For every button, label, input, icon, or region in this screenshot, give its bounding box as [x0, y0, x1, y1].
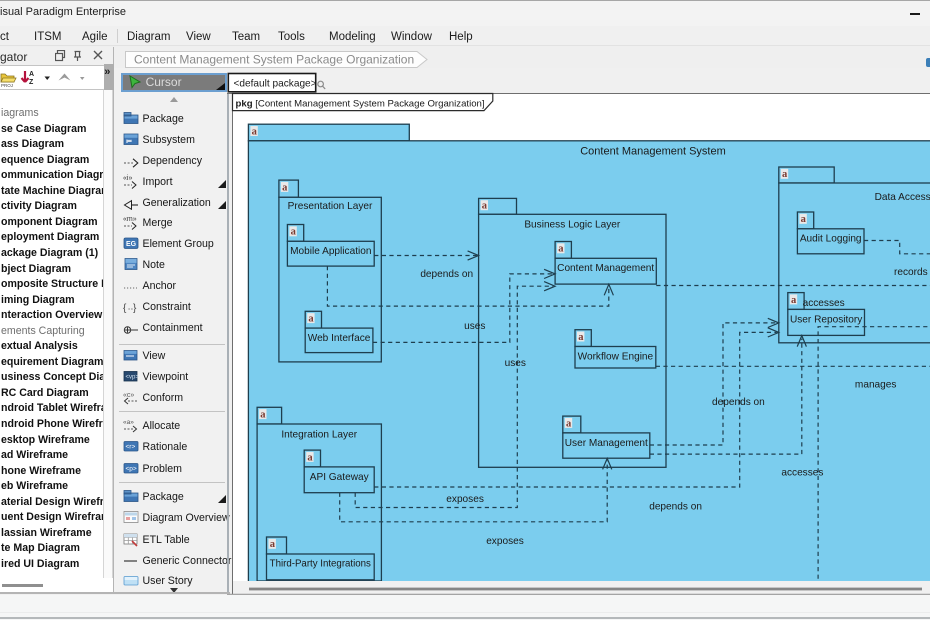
svg-text:depends on: depends on — [420, 269, 473, 280]
svg-text:a: a — [566, 418, 572, 429]
svg-text:User Management: User Management — [565, 438, 648, 449]
svg-text:pkg [Content Management System: pkg [Content Management System Package O… — [236, 98, 485, 109]
svg-text:{: { — [123, 303, 127, 314]
svg-text:<r>: <r> — [125, 444, 135, 451]
svg-text:depends on: depends on — [712, 397, 765, 408]
svg-text:A: A — [29, 71, 34, 78]
svg-text:a: a — [252, 126, 258, 137]
svg-text:User Repository: User Repository — [790, 314, 863, 325]
svg-text:Integration Layer: Integration Layer — [281, 429, 357, 440]
svg-text:Content Management: Content Management — [557, 263, 654, 274]
svg-text:a: a — [308, 314, 314, 325]
svg-text:«i»: «i» — [123, 175, 132, 182]
svg-text:a: a — [270, 539, 276, 550]
svg-text:«a»: «a» — [123, 419, 134, 426]
svg-text:«c»: «c» — [123, 392, 134, 399]
svg-text:Workflow Engine: Workflow Engine — [578, 351, 654, 362]
svg-text:exposes: exposes — [486, 536, 524, 547]
svg-text:a: a — [791, 295, 797, 306]
svg-text:a: a — [558, 244, 564, 255]
svg-text:depends on: depends on — [649, 501, 702, 512]
svg-text:a: a — [260, 410, 266, 421]
svg-text:exposes: exposes — [446, 494, 484, 505]
svg-text:«m»: «m» — [123, 216, 137, 223]
svg-text:accesses: accesses — [803, 298, 845, 309]
svg-text:a: a — [801, 214, 807, 225]
svg-text:Content Management System Pack: Content Management System Package Organi… — [134, 53, 414, 67]
svg-text:a: a — [307, 452, 313, 463]
svg-text:a: a — [578, 332, 584, 343]
svg-text:<p>: <p> — [125, 465, 136, 472]
svg-text:Third-Party Integrations: Third-Party Integrations — [270, 559, 371, 570]
svg-text:<vp>: <vp> — [125, 375, 139, 381]
svg-text:Z: Z — [29, 79, 34, 86]
svg-text:API Gateway: API Gateway — [310, 472, 370, 483]
svg-text:}: } — [133, 303, 137, 314]
svg-text:PROJ: PROJ — [1, 83, 13, 88]
svg-text:Audit Logging: Audit Logging — [800, 234, 862, 245]
svg-text:accesses: accesses — [781, 468, 823, 479]
svg-text:Presentation Layer: Presentation Layer — [288, 201, 373, 212]
svg-text:Mobile Application: Mobile Application — [290, 246, 371, 257]
svg-text:uses: uses — [505, 358, 526, 369]
svg-text:a: a — [282, 182, 288, 193]
svg-text:records: records — [894, 267, 928, 278]
svg-text:Data Access Layer: Data Access Layer — [875, 192, 930, 203]
svg-text:Content Management System: Content Management System — [580, 145, 726, 157]
svg-text:Web Interface: Web Interface — [308, 333, 371, 344]
svg-text:manages: manages — [855, 380, 897, 391]
svg-text:Business Logic Layer: Business Logic Layer — [524, 220, 621, 231]
svg-text:EG: EG — [126, 241, 137, 248]
svg-text:a: a — [291, 227, 297, 238]
svg-text:a: a — [782, 169, 788, 180]
svg-text:<default package>: <default package> — [234, 78, 317, 89]
svg-text:a: a — [482, 201, 488, 212]
svg-text:uses: uses — [464, 321, 485, 332]
